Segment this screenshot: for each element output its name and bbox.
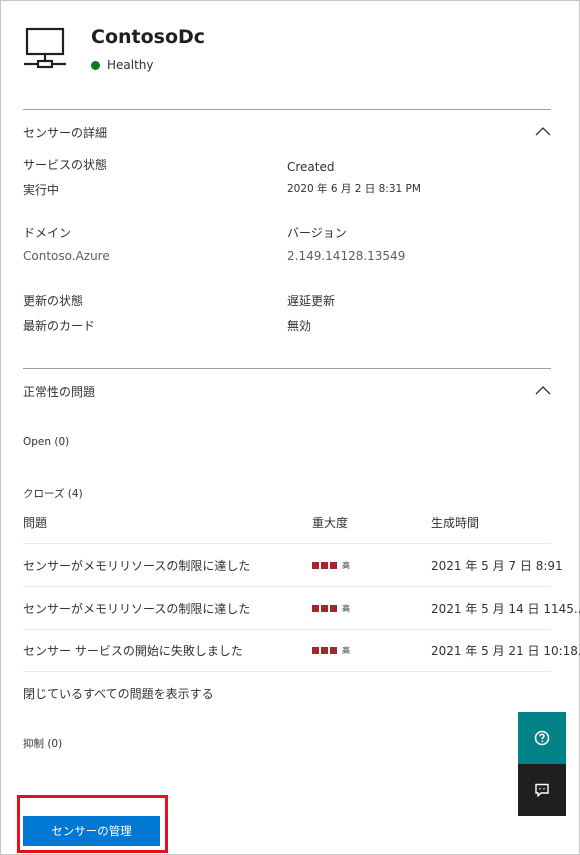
created-value: 2020 年 6 月 2 日 8:31 PM xyxy=(287,183,421,195)
version-label: バージョン xyxy=(287,226,347,240)
table-divider xyxy=(23,629,551,630)
sensor-title: ContosoDc xyxy=(91,26,206,48)
section-title-health-issues: 正常性の問題 xyxy=(23,385,96,399)
table-divider xyxy=(23,543,551,544)
computer-network-icon xyxy=(24,27,66,69)
delayed-update-label: 遅延更新 xyxy=(287,294,336,308)
severity-indicator: 高 xyxy=(312,560,350,571)
table-row-issue[interactable]: センサー サービスの開始に失敗しました xyxy=(23,642,243,659)
update-status-label: 更新の状態 xyxy=(23,294,84,308)
severity-indicator: 高 xyxy=(312,645,350,656)
table-row-issue[interactable]: センサーがメモリリソースの制限に達した xyxy=(23,557,250,574)
created-label: Created xyxy=(287,160,335,174)
status-dot-icon xyxy=(91,60,100,70)
severity-label: 高 xyxy=(342,646,350,655)
version-value: 2.149.14128.13549 xyxy=(287,249,406,263)
chevron-up-icon[interactable] xyxy=(535,126,551,136)
health-status: Healthy xyxy=(91,58,154,72)
section-title-sensor-details: センサーの詳細 xyxy=(23,126,108,140)
severity-indicator: 高 xyxy=(312,603,350,614)
table-divider xyxy=(23,586,551,587)
severity-label: 高 xyxy=(342,604,350,613)
table-row-time: 2021 年 5 月 21 日 10:18... xyxy=(431,644,580,658)
column-header-issue: 問題 xyxy=(23,516,48,530)
closed-issues-toggle[interactable]: クローズ (4) xyxy=(23,486,83,501)
open-issues-toggle[interactable]: Open (0) xyxy=(23,436,69,448)
update-status-value: 最新のカード xyxy=(23,319,96,333)
table-row-time: 2021 年 5 月 7 日 8:91 xyxy=(431,559,563,573)
severity-label: 高 xyxy=(342,561,350,570)
domain-value: Contoso.Azure xyxy=(23,249,110,263)
table-divider xyxy=(23,671,551,672)
service-state-value: 実行中 xyxy=(23,183,60,197)
help-icon xyxy=(534,730,550,746)
table-row-time: 2021 年 5 月 14 日 1145... xyxy=(431,602,580,616)
table-row-issue[interactable]: センサーがメモリリソースの制限に達した xyxy=(23,600,250,617)
suppressed-issues-toggle[interactable]: 抑制 (0) xyxy=(23,736,62,751)
divider xyxy=(23,109,551,110)
column-header-severity: 重大度 xyxy=(312,516,349,530)
feedback-button[interactable] xyxy=(518,764,566,816)
delayed-update-value: 無効 xyxy=(287,319,312,333)
chevron-up-icon[interactable] xyxy=(535,385,551,395)
help-button[interactable] xyxy=(518,712,566,764)
service-state-label: サービスの状態 xyxy=(23,158,108,172)
sensor-panel: ContosoDc Healthy センサーの詳細 サービスの状態 実行中 Cr… xyxy=(0,0,580,855)
column-header-time: 生成時間 xyxy=(431,516,480,530)
health-status-label: Healthy xyxy=(107,58,154,72)
divider xyxy=(23,368,551,369)
view-all-closed-issues-link[interactable]: 閉じているすべての問題を表示する xyxy=(23,685,214,702)
manage-sensor-button[interactable]: センサーの管理 xyxy=(23,816,160,846)
feedback-icon xyxy=(535,783,549,798)
domain-label: ドメイン xyxy=(23,226,72,240)
